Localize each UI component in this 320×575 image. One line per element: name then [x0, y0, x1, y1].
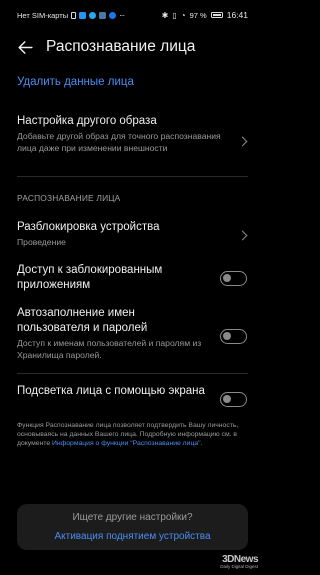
toggle-knob: [223, 274, 231, 282]
wifi-icon: ◔: [180, 10, 186, 20]
watermark-tagline: Daily Digital Digest: [220, 564, 258, 569]
locked-apps-title: Доступ к заблокированным приложениям: [17, 264, 163, 291]
locked-apps-toggle[interactable]: [220, 271, 247, 286]
screen-light-row: Подсветка лица с помощью экрана: [17, 384, 205, 399]
locked-apps-row: Доступ к заблокированным приложениям: [17, 263, 205, 293]
toggle-knob: [223, 332, 231, 340]
autofill-toggle[interactable]: [220, 329, 247, 344]
vibrate-icon: ▯: [172, 10, 177, 20]
bluetooth-icon: ✱: [161, 10, 169, 20]
divider: [17, 176, 248, 177]
vk-icon: [99, 11, 107, 19]
screen-light-title: Подсветка лица с помощью экрана: [17, 385, 205, 397]
lift-to-wake-link[interactable]: Активация поднятием устройства: [17, 531, 248, 542]
alternate-appearance-title: Настройка другого образа: [17, 115, 157, 127]
unlock-device-row[interactable]: Разблокировка устройства Проведение: [17, 220, 248, 249]
unlock-device-title: Разблокировка устройства: [17, 221, 160, 233]
footnote-end: .: [200, 440, 203, 447]
messages-icon: [79, 11, 87, 19]
clock: 16:41: [226, 10, 248, 20]
telegram-icon: [89, 11, 97, 19]
suggestion-card: Ищете другие настройки? Активация поднят…: [17, 504, 248, 550]
face-info-link[interactable]: Информация о функции "Распознавание лица…: [52, 440, 201, 447]
chevron-right-icon: [237, 136, 248, 147]
alternate-appearance-row[interactable]: Настройка другого образа Добавьте другой…: [17, 114, 248, 154]
suggestion-question: Ищете другие настройки?: [72, 512, 193, 523]
delete-face-data-link[interactable]: Удалить данные лица: [17, 76, 134, 88]
app-bar: Распознавание лица: [0, 33, 265, 61]
unlock-device-value: Проведение: [17, 237, 66, 247]
autofill-row: Автозаполнение имен пользователя и парол…: [17, 306, 205, 361]
page-title: Распознавание лица: [46, 38, 196, 55]
back-arrow-icon[interactable]: [17, 39, 34, 56]
battery-icon: [210, 12, 223, 18]
divider: [17, 373, 248, 374]
toggle-knob: [223, 395, 231, 403]
status-bar: Нет SIM-карты ··· ✱ ▯ ◔ 97 % 16:41: [0, 0, 265, 30]
screen-light-toggle[interactable]: [220, 392, 247, 407]
sim-icon: [71, 11, 77, 19]
watermark-logo: 3DNews Daily Digital Digest: [220, 554, 258, 569]
autofill-title: Автозаполнение имен пользователя и парол…: [17, 307, 148, 334]
battery-text: 97 %: [189, 10, 207, 20]
status-right: ✱ ▯ ◔ 97 % 16:41: [162, 10, 248, 20]
info-footnote: Функция Распознавание лица позволяет под…: [17, 421, 248, 448]
facebook-icon: [109, 11, 117, 19]
alternate-appearance-subtitle: Добавьте другой образ для точного распоз…: [17, 131, 221, 153]
status-left: Нет SIM-карты ···: [17, 10, 125, 20]
more-dots-icon: ···: [119, 10, 125, 20]
autofill-subtitle: Доступ к именам пользователей и паролям …: [17, 338, 202, 360]
section-header: РАСПОЗНАВАНИЕ ЛИЦА: [17, 193, 121, 203]
carrier-text: Нет SIM-карты: [17, 10, 69, 20]
